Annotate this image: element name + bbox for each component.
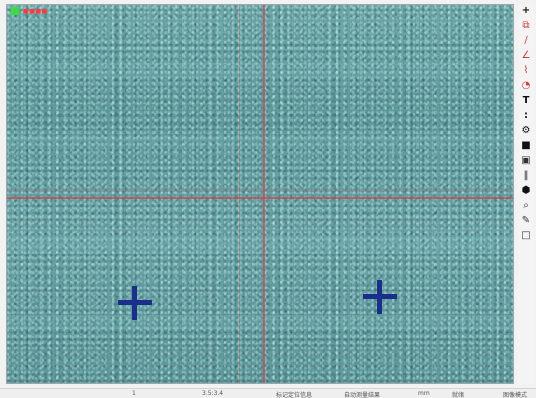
status-unit: mm [418, 390, 430, 397]
texture-band [7, 63, 513, 77]
settings-gear-icon: ⚙ [521, 125, 531, 136]
text-tool-icon: T [522, 95, 530, 106]
image-analysis-window: ■■■■ + ⧉ ∕ ∠ ⌇ ◔ T : ⚙ ■ ▣ ‖ ⬢ ⌕ ✎ □ 1 3… [0, 0, 536, 398]
zoom-tool-icon: ⌕ [523, 200, 529, 211]
columns-tool-icon: ‖ [523, 170, 529, 181]
cross-marker-left[interactable] [118, 286, 152, 320]
corner-indicator: ■■■■ [11, 7, 48, 15]
dots-tool-icon: : [524, 110, 528, 121]
fill-square-tool-icon: ■ [521, 140, 531, 151]
dots-tool-button[interactable]: : [519, 109, 533, 123]
status-marker-info: 标记定位信息 [276, 392, 313, 398]
image-tool-button[interactable]: ▣ [519, 154, 533, 168]
vertical-cursor-line[interactable] [263, 5, 265, 383]
arc-tool-button[interactable]: ◔ [519, 79, 533, 93]
status-page-number: 1 [132, 390, 136, 397]
columns-tool-button[interactable]: ‖ [519, 169, 533, 183]
frame-tool-button[interactable]: □ [519, 229, 533, 243]
texture-band [7, 315, 513, 329]
line-tool-button[interactable]: ∕ [519, 34, 533, 48]
crosshair-tool-icon: + [521, 5, 531, 16]
settings-tool-button[interactable]: ⚙ [519, 124, 533, 138]
status-coordinates: 3.5:3.4 [202, 390, 224, 397]
hexagon-tool-button[interactable]: ⬢ [519, 184, 533, 198]
polyline-tool-button[interactable]: ⌇ [519, 64, 533, 78]
status-mode: 图像模式 [503, 392, 528, 398]
measure-rect-tool-button[interactable]: ⧉ [519, 19, 533, 33]
horizontal-cursor-line[interactable] [7, 197, 513, 199]
corner-label: ■■■■ [23, 7, 48, 15]
status-bar: 1 3.5:3.4 标记定位信息 自动测量结果 mm 就绪 图像模式 [0, 388, 536, 398]
text-tool-button[interactable]: T [519, 94, 533, 108]
angle-tool-icon: ∠ [521, 50, 531, 61]
secondary-vertical-guide [239, 5, 240, 383]
line-tool-icon: ∕ [524, 35, 528, 46]
right-toolbar: + ⧉ ∕ ∠ ⌇ ◔ T : ⚙ ■ ▣ ‖ ⬢ ⌕ ✎ □ [518, 4, 534, 384]
cross-marker-bar [132, 286, 137, 320]
fill-square-tool-button[interactable]: ■ [519, 139, 533, 153]
hexagon-tool-icon: ⬢ [521, 185, 531, 196]
brush-tool-button[interactable]: ✎ [519, 214, 533, 228]
frame-tool-icon: □ [521, 230, 531, 241]
status-state: 就绪 [452, 392, 465, 398]
green-indicator-icon [11, 7, 19, 15]
zoom-tool-button[interactable]: ⌕ [519, 199, 533, 213]
image-tool-icon: ▣ [521, 155, 531, 166]
cross-marker-right[interactable] [363, 280, 397, 314]
secondary-horizontal-guide [7, 191, 513, 192]
image-viewport[interactable]: ■■■■ [6, 4, 514, 384]
arc-tool-icon: ◔ [521, 80, 531, 91]
angle-tool-button[interactable]: ∠ [519, 49, 533, 63]
texture-band [7, 237, 513, 251]
polyline-tool-icon: ⌇ [523, 65, 529, 76]
brush-tool-icon: ✎ [521, 215, 531, 226]
cross-marker-bar [377, 280, 382, 314]
crosshair-tool-button[interactable]: + [519, 4, 533, 18]
texture-band [7, 133, 513, 147]
status-measure-result: 自动测量结果 [344, 392, 381, 398]
measure-rect-tool-icon: ⧉ [522, 20, 530, 31]
